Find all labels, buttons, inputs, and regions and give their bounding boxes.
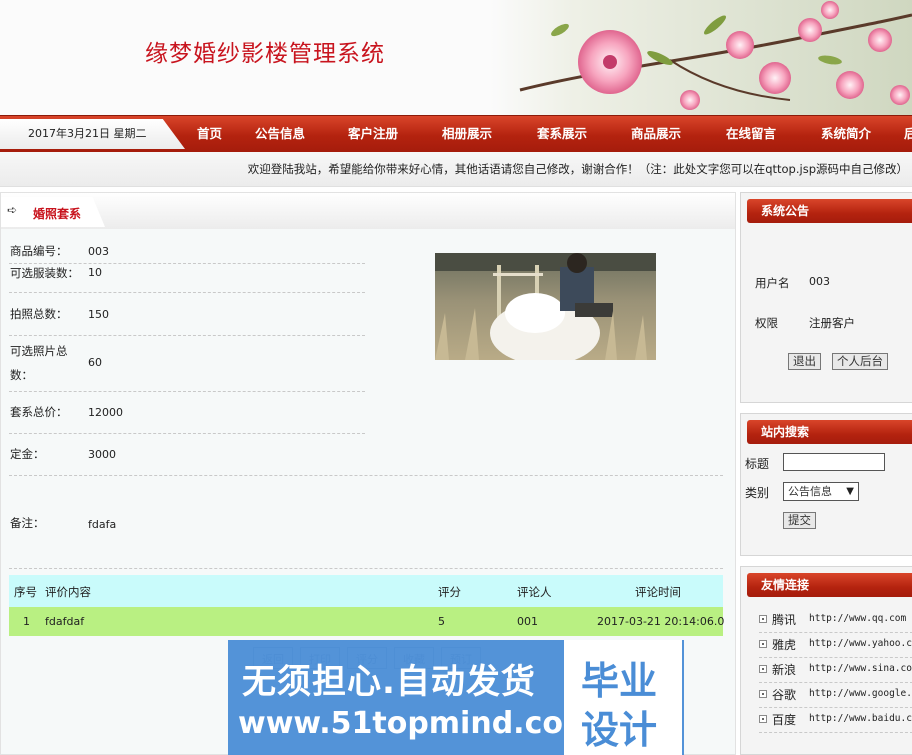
announcement-panel: 系统公告 用户名 003 权限 注册客户 退出 个人后台 — [740, 192, 912, 403]
nav-packages[interactable]: 套系展示 — [537, 116, 587, 152]
divider — [9, 568, 723, 569]
welcome-notice: 欢迎登陆我站，希望能给你带来好心情，其他话语请您自己修改，谢谢合作！（注：此处文… — [247, 162, 908, 176]
field-value-deposit: 3000 — [88, 448, 116, 461]
search-submit-button[interactable]: 提交 — [783, 512, 816, 529]
col-header-reviewer: 评论人 — [517, 585, 552, 599]
cell-score: 5 — [438, 615, 445, 628]
product-photo — [435, 253, 656, 360]
links-title: 友情连接 — [747, 573, 912, 597]
watermark-badge: 毕业 设计 — [564, 640, 682, 755]
search-category-select[interactable]: 公告信息 ▼ — [783, 482, 859, 501]
nav-messages[interactable]: 在线留言 — [726, 116, 776, 152]
comments-header-row: 序号 评价内容 评分 评论人 评论时间 — [9, 575, 723, 607]
field-label-costumes: 可选服装数： — [10, 266, 79, 280]
panel-header: ➪ 婚照套系 — [1, 193, 735, 229]
role-label: 权限 — [755, 316, 778, 330]
search-category-label: 类别 — [745, 486, 770, 500]
table-row: 1 fdafdaf 5 001 2017-03-21 20:14:06.0 — [9, 607, 725, 636]
peach-blossom-banner — [490, 0, 912, 115]
field-value-photo-count: 150 — [88, 308, 109, 321]
col-header-index: 序号 — [14, 585, 37, 599]
nav-home[interactable]: 首页 — [197, 116, 222, 152]
cell-content: fdafdaf — [45, 615, 85, 628]
page-header: 缘梦婚纱影楼管理系统 — [0, 0, 912, 115]
link-item-sina[interactable]: 新浪 http://www.sina.com — [759, 657, 912, 683]
friend-links-panel: 友情连接 腾讯 http://www.qq.com 雅虎 http://www.… — [740, 566, 912, 755]
field-value-selectable-photos: 60 — [88, 356, 102, 369]
field-value-total-price: 12000 — [88, 406, 123, 419]
field-label-photo-count: 拍照总数： — [10, 307, 68, 321]
field-value-product-id: 003 — [88, 245, 109, 258]
col-header-time: 评论时间 — [635, 585, 681, 599]
nav-albums[interactable]: 相册展示 — [442, 116, 492, 152]
divider — [9, 433, 365, 434]
personal-backend-button[interactable]: 个人后台 — [832, 353, 888, 370]
site-title: 缘梦婚纱影楼管理系统 — [145, 41, 385, 67]
username-label: 用户名 — [755, 276, 790, 290]
search-title-label: 标题 — [745, 457, 770, 471]
nav-backend[interactable]: 后 — [904, 116, 912, 152]
notice-bar: 欢迎登陆我站，希望能给你带来好心情，其他话语请您自己修改，谢谢合作！（注：此处文… — [0, 152, 912, 187]
divider — [9, 475, 723, 476]
nav-about[interactable]: 系统简介 — [821, 116, 871, 152]
announcement-title: 系统公告 — [747, 199, 912, 223]
bullet-icon — [759, 665, 767, 673]
watermark-badge-line1: 毕业 — [581, 659, 658, 703]
link-item-yahoo[interactable]: 雅虎 http://www.yahoo.com — [759, 632, 912, 658]
link-item-baidu[interactable]: 百度 http://www.baidu.com — [759, 707, 912, 733]
link-item-google[interactable]: 谷歌 http://www.google.com — [759, 682, 912, 708]
bullet-icon — [759, 690, 767, 698]
arrow-right-icon: ➪ — [7, 203, 18, 217]
col-header-score: 评分 — [438, 585, 461, 599]
field-value-remarks: fdafa — [88, 518, 117, 531]
bullet-icon — [759, 615, 767, 623]
divider — [9, 335, 365, 336]
logout-button[interactable]: 退出 — [788, 353, 821, 370]
main-navigation: 2017年3月21日 星期二 首页 公告信息 客户注册 相册展示 套系展示 商品… — [0, 115, 912, 152]
search-title: 站内搜索 — [747, 420, 912, 444]
field-label-selectable-photos: 可选照片总数： — [10, 344, 68, 382]
watermark-banner: 无须担心.自动发货 www.51topmind.com 毕业 设计 — [228, 640, 684, 755]
search-category-value: 公告信息 — [788, 485, 832, 498]
divider — [9, 391, 365, 392]
watermark-slogan: 无须担心.自动发货 — [242, 662, 536, 702]
watermark-badge-line2: 设计 — [581, 708, 658, 752]
panel-title: 婚照套系 — [33, 207, 82, 221]
bullet-icon — [759, 715, 767, 723]
search-title-input[interactable] — [783, 453, 885, 471]
field-value-costumes: 10 — [88, 266, 102, 279]
site-search-panel: 站内搜索 标题 类别 公告信息 ▼ 提交 — [740, 413, 912, 556]
cell-index: 1 — [23, 615, 30, 628]
cell-reviewer: 001 — [517, 615, 538, 628]
field-label-total-price: 套系总价： — [10, 405, 68, 419]
divider — [9, 292, 365, 293]
nav-announcements[interactable]: 公告信息 — [255, 116, 305, 152]
bullet-icon — [759, 640, 767, 648]
col-header-content: 评价内容 — [45, 585, 91, 599]
cell-time: 2017-03-21 20:14:06.0 — [597, 615, 725, 628]
dropdown-triangle-icon: ▼ — [846, 486, 854, 497]
watermark-url: www.51topmind.com — [238, 706, 595, 741]
role-value: 注册客户 — [809, 316, 855, 330]
nav-products[interactable]: 商品展示 — [631, 116, 681, 152]
current-date: 2017年3月21日 星期二 — [0, 119, 185, 149]
username-value: 003 — [809, 275, 830, 288]
field-label-remarks: 备注： — [10, 516, 45, 530]
field-label-deposit: 定金： — [10, 447, 45, 461]
nav-register[interactable]: 客户注册 — [348, 116, 398, 152]
link-item-qq[interactable]: 腾讯 http://www.qq.com — [759, 607, 912, 633]
